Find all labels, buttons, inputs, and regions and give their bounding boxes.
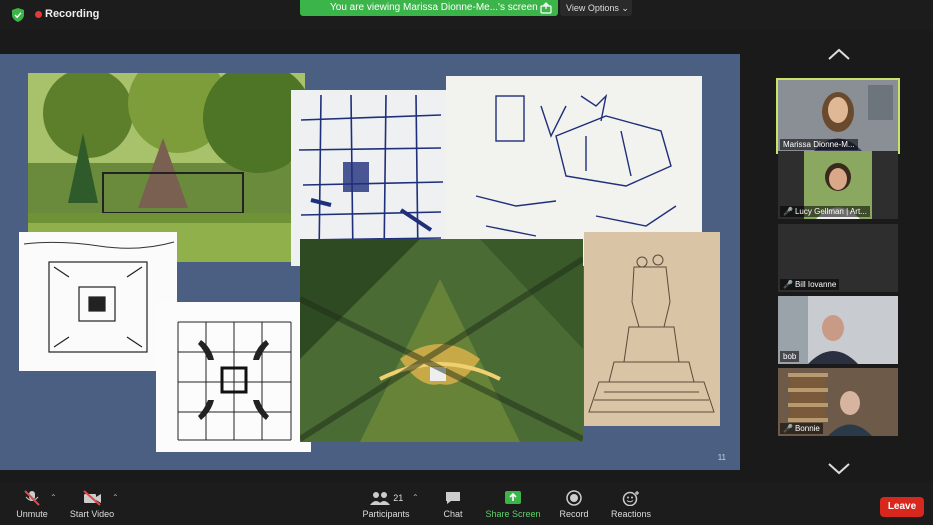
participant-name-marissa: Marissa Dionne-M... xyxy=(780,139,858,150)
participant-name-lucy: 🎤 Lucy Gellman | Art... xyxy=(780,206,870,217)
screen-share-banner-text: You are viewing Marissa Dionne-Me...'s s… xyxy=(330,2,538,13)
participant-tile-bill[interactable]: 🎤 Bill Iovanne xyxy=(778,224,898,292)
security-shield-icon[interactable] xyxy=(12,8,24,22)
view-options-button[interactable]: View Options ⌄ xyxy=(560,0,632,16)
chat-bubble-icon xyxy=(446,492,460,504)
shared-screen-slide: 11 xyxy=(0,54,740,470)
participant-tile-marissa[interactable]: Marissa Dionne-M... xyxy=(776,78,900,154)
aerial-site-photo xyxy=(300,239,583,442)
unmute-label: Unmute xyxy=(16,509,48,519)
start-video-button[interactable]: Start Video xyxy=(66,490,118,519)
participant-name-bob: bob xyxy=(780,351,800,362)
participants-button[interactable]: 21 Participants xyxy=(358,490,414,519)
share-screen-icon xyxy=(505,491,521,504)
share-window-icon[interactable] xyxy=(540,2,552,14)
statue-sketch xyxy=(584,232,720,426)
start-video-label: Start Video xyxy=(69,509,115,519)
unmute-button[interactable]: Unmute xyxy=(12,490,52,519)
leave-button[interactable]: Leave xyxy=(880,497,924,517)
video-options-caret-icon[interactable]: ⌃ xyxy=(112,493,119,502)
participant-name-bonnie: 🎤 Bonnie xyxy=(780,423,823,434)
participant-tile-lucy[interactable]: 🎤 Lucy Gellman | Art... xyxy=(778,151,898,219)
view-options-label: View Options ⌄ xyxy=(566,3,629,13)
slide-page-number: 11 xyxy=(717,453,726,462)
share-screen-label: Share Screen xyxy=(485,509,541,519)
gallery-scroll-down-icon[interactable] xyxy=(827,462,851,476)
plan-sketch-grid xyxy=(156,302,311,452)
gallery-scroll-up-icon[interactable] xyxy=(827,47,851,61)
participants-icon-group: 21 xyxy=(358,490,414,506)
reactions-label: Reactions xyxy=(610,509,652,519)
participant-tile-bob[interactable]: bob xyxy=(778,296,898,364)
chat-button[interactable]: Chat xyxy=(438,490,468,519)
muted-mic-icon: 🎤 xyxy=(783,424,793,433)
share-screen-button[interactable]: Share Screen xyxy=(484,490,542,519)
participants-count: 21 xyxy=(393,493,404,503)
participants-icon xyxy=(369,492,390,505)
record-label: Record xyxy=(559,509,589,519)
participant-tile-bonnie[interactable]: 🎤 Bonnie xyxy=(778,368,898,436)
screen-share-banner: You are viewing Marissa Dionne-Me...'s s… xyxy=(300,0,558,16)
muted-mic-icon: 🎤 xyxy=(783,207,793,216)
record-button[interactable]: Record xyxy=(556,490,592,519)
participants-options-caret-icon[interactable]: ⌃ xyxy=(412,493,419,502)
plan-sketch-small xyxy=(19,232,177,371)
reactions-smiley-icon xyxy=(622,491,639,506)
chat-label: Chat xyxy=(443,509,463,519)
participants-label: Participants xyxy=(362,509,410,519)
recording-dot-icon xyxy=(35,11,42,18)
muted-mic-icon: 🎤 xyxy=(783,280,793,289)
participant-name-bill: 🎤 Bill Iovanne xyxy=(780,279,840,290)
muted-microphone-icon xyxy=(24,490,40,506)
recording-label: Recording xyxy=(45,8,100,20)
audio-options-caret-icon[interactable]: ⌃ xyxy=(50,493,57,502)
record-icon xyxy=(566,490,582,506)
video-off-icon xyxy=(83,490,101,506)
reactions-button[interactable]: Reactions xyxy=(609,490,653,519)
